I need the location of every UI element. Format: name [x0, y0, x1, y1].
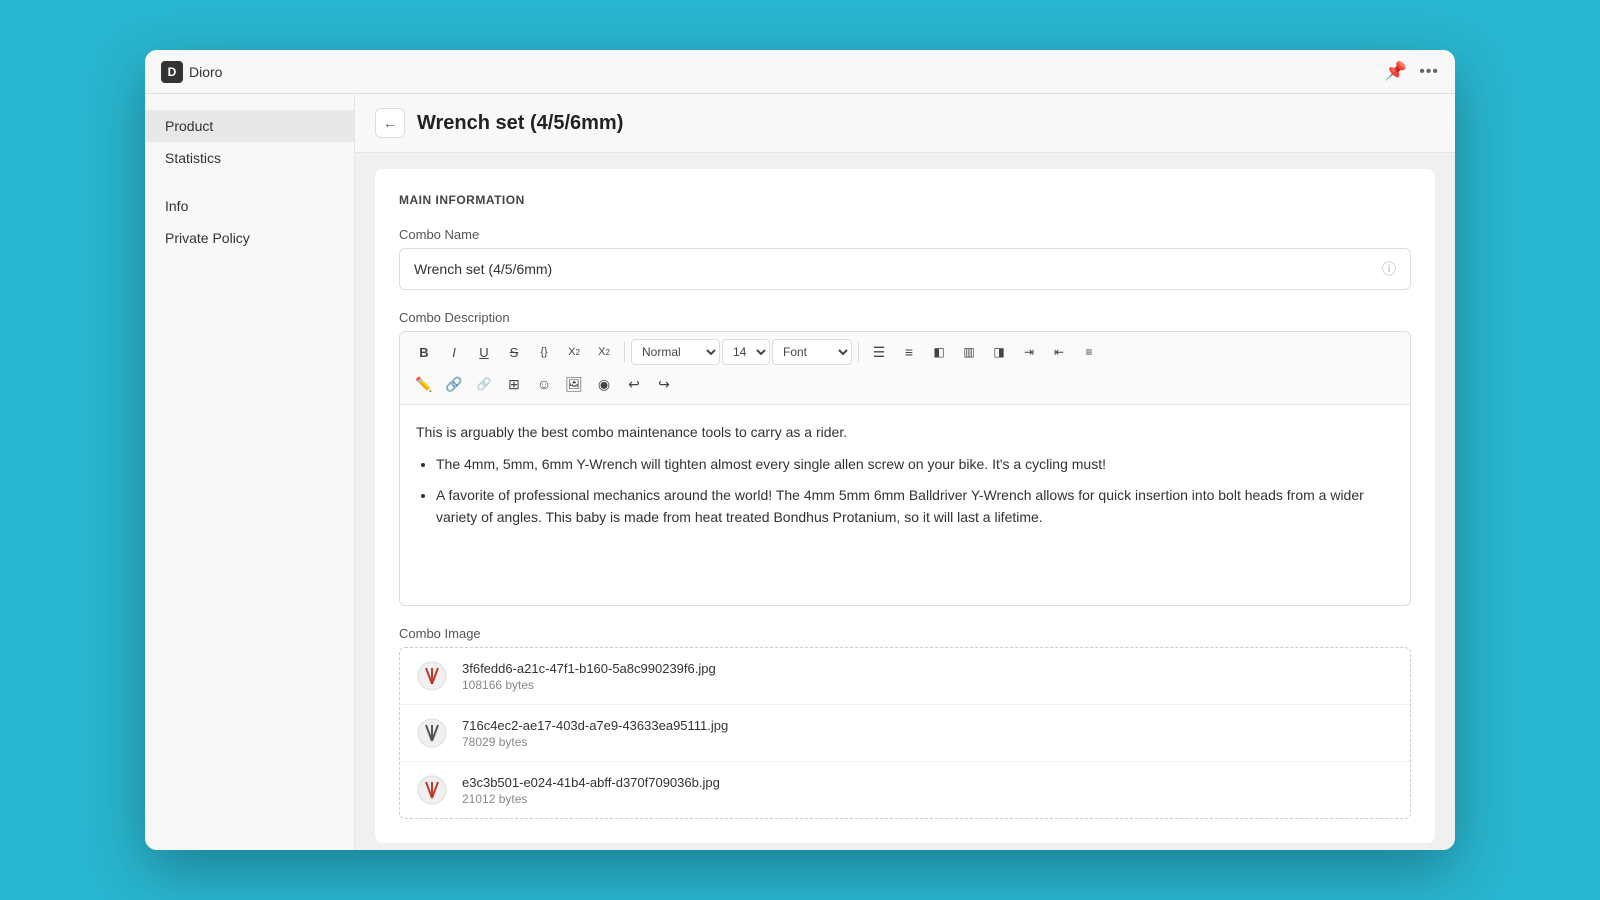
image-item-3: e3c3b501-e024-41b4-abff-d370f709036b.jpg… [400, 762, 1410, 818]
combo-name-input[interactable]: Wrench set (4/5/6mm) ⓘ [399, 248, 1411, 290]
image-thumb-2 [414, 715, 450, 751]
page-header: ← Wrench set (4/5/6mm) [355, 94, 1455, 153]
toolbar-divider-1 [624, 342, 625, 362]
justify-button[interactable]: ≡ [1075, 338, 1103, 366]
redo-button[interactable]: ↪ [650, 370, 678, 398]
app-name: Dioro [189, 64, 222, 80]
editor-list-item-1: The 4mm, 5mm, 6mm Y-Wrench will tighten … [436, 453, 1394, 475]
image-info-2: 716c4ec2-ae17-403d-a7e9-43633ea95111.jpg… [462, 718, 1396, 749]
rich-text-editor: B I U S {} X2 X2 Normal [399, 331, 1411, 606]
font-family-select[interactable]: Font Arial Georgia [772, 339, 852, 365]
main-content: ← Wrench set (4/5/6mm) MAIN INFORMATION … [355, 94, 1455, 850]
image-filename-3: e3c3b501-e024-41b4-abff-d370f709036b.jpg [462, 775, 1396, 790]
image-thumb-3 [414, 772, 450, 808]
undo-button[interactable]: ↩ [620, 370, 648, 398]
sidebar-divider [145, 174, 354, 190]
link-button[interactable]: 🔗 [440, 370, 468, 398]
combo-image-field: Combo Image [399, 626, 1411, 819]
image-item-1: 3f6fedd6-a21c-47f1-b160-5a8c990239f6.jpg… [400, 648, 1410, 705]
outdent-button[interactable]: ⇤ [1045, 338, 1073, 366]
superscript-button[interactable]: X2 [560, 338, 588, 366]
image-filename-2: 716c4ec2-ae17-403d-a7e9-43633ea95111.jpg [462, 718, 1396, 733]
align-right-button[interactable]: ◨ [985, 338, 1013, 366]
subscript-button[interactable]: X2 [590, 338, 618, 366]
sidebar-item-statistics[interactable]: Statistics [145, 142, 354, 174]
image-icon-3 [416, 774, 448, 806]
style-select[interactable]: Normal Heading 1 Heading 2 [631, 339, 720, 365]
image-item-2: 716c4ec2-ae17-403d-a7e9-43633ea95111.jpg… [400, 705, 1410, 762]
toolbar-row-2: ✏️ 🔗 🔗 ⊞ ☺ 🖼 ◉ ↩ ↪ [410, 370, 1400, 398]
editor-toolbar: B I U S {} X2 X2 Normal [400, 332, 1410, 405]
image-size-1: 108166 bytes [462, 678, 1396, 692]
sidebar-item-product[interactable]: Product [145, 110, 354, 142]
ordered-list-button[interactable]: ≡ [895, 338, 923, 366]
main-info-card: MAIN INFORMATION Combo Name Wrench set (… [375, 169, 1435, 843]
toolbar-row-1: B I U S {} X2 X2 Normal [410, 338, 1400, 366]
sidebar-item-info[interactable]: Info [145, 190, 354, 222]
italic-button[interactable]: I [440, 338, 468, 366]
more-options-icon[interactable]: ••• [1419, 63, 1439, 81]
image-info-1: 3f6fedd6-a21c-47f1-b160-5a8c990239f6.jpg… [462, 661, 1396, 692]
sidebar-item-private-policy[interactable]: Private Policy [145, 222, 354, 254]
image-filename-1: 3f6fedd6-a21c-47f1-b160-5a8c990239f6.jpg [462, 661, 1396, 676]
app-body: Product Statistics Info Private Policy ←… [145, 94, 1455, 850]
page-title: Wrench set (4/5/6mm) [417, 112, 623, 135]
highlight-button[interactable]: ◉ [590, 370, 618, 398]
combo-image-label: Combo Image [399, 626, 1411, 641]
back-button[interactable]: ← [375, 108, 405, 138]
image-size-3: 21012 bytes [462, 792, 1396, 806]
combo-name-label: Combo Name [399, 227, 1411, 242]
title-bar: D Dioro 📌 ••• [145, 50, 1455, 94]
indent-button[interactable]: ⇥ [1015, 338, 1043, 366]
editor-list-item-2: A favorite of professional mechanics aro… [436, 484, 1394, 529]
table-button[interactable]: ⊞ [500, 370, 528, 398]
strikethrough-button[interactable]: S [500, 338, 528, 366]
sidebar: Product Statistics Info Private Policy [145, 94, 355, 850]
app-window: D Dioro 📌 ••• Product Statistics Info Pr… [145, 50, 1455, 850]
image-button[interactable]: 🖼 [560, 370, 588, 398]
image-size-2: 78029 bytes [462, 735, 1396, 749]
editor-list: The 4mm, 5mm, 6mm Y-Wrench will tighten … [436, 453, 1394, 528]
toolbar-divider-2 [858, 342, 859, 362]
image-upload-area[interactable]: 3f6fedd6-a21c-47f1-b160-5a8c990239f6.jpg… [399, 647, 1411, 819]
combo-description-field: Combo Description B I U S {} X2 [399, 310, 1411, 606]
input-info-icon: ⓘ [1382, 259, 1396, 279]
content-area: MAIN INFORMATION Combo Name Wrench set (… [355, 153, 1455, 850]
logo-icon: D [161, 61, 183, 83]
pin-icon[interactable]: 📌 [1385, 61, 1407, 82]
title-bar-actions: 📌 ••• [1385, 61, 1439, 82]
align-center-button[interactable]: ▥ [955, 338, 983, 366]
underline-button[interactable]: U [470, 338, 498, 366]
code-button[interactable]: {} [530, 338, 558, 366]
image-thumb-1 [414, 658, 450, 694]
image-icon-2 [416, 717, 448, 749]
editor-content[interactable]: This is arguably the best combo maintena… [400, 405, 1410, 605]
combo-description-label: Combo Description [399, 310, 1411, 325]
draw-button[interactable]: ✏️ [410, 370, 438, 398]
combo-name-field: Combo Name Wrench set (4/5/6mm) ⓘ [399, 227, 1411, 290]
unlink-button[interactable]: 🔗 [470, 370, 498, 398]
align-left-button[interactable]: ◧ [925, 338, 953, 366]
image-info-3: e3c3b501-e024-41b4-abff-d370f709036b.jpg… [462, 775, 1396, 806]
unordered-list-button[interactable]: ☰ [865, 338, 893, 366]
bold-button[interactable]: B [410, 338, 438, 366]
app-logo: D Dioro [161, 61, 222, 83]
font-size-select[interactable]: 14 12 16 18 [722, 339, 770, 365]
editor-paragraph-1: This is arguably the best combo maintena… [416, 421, 1394, 443]
section-title-main: MAIN INFORMATION [399, 193, 1411, 207]
emoji-button[interactable]: ☺ [530, 370, 558, 398]
image-icon-1 [416, 660, 448, 692]
